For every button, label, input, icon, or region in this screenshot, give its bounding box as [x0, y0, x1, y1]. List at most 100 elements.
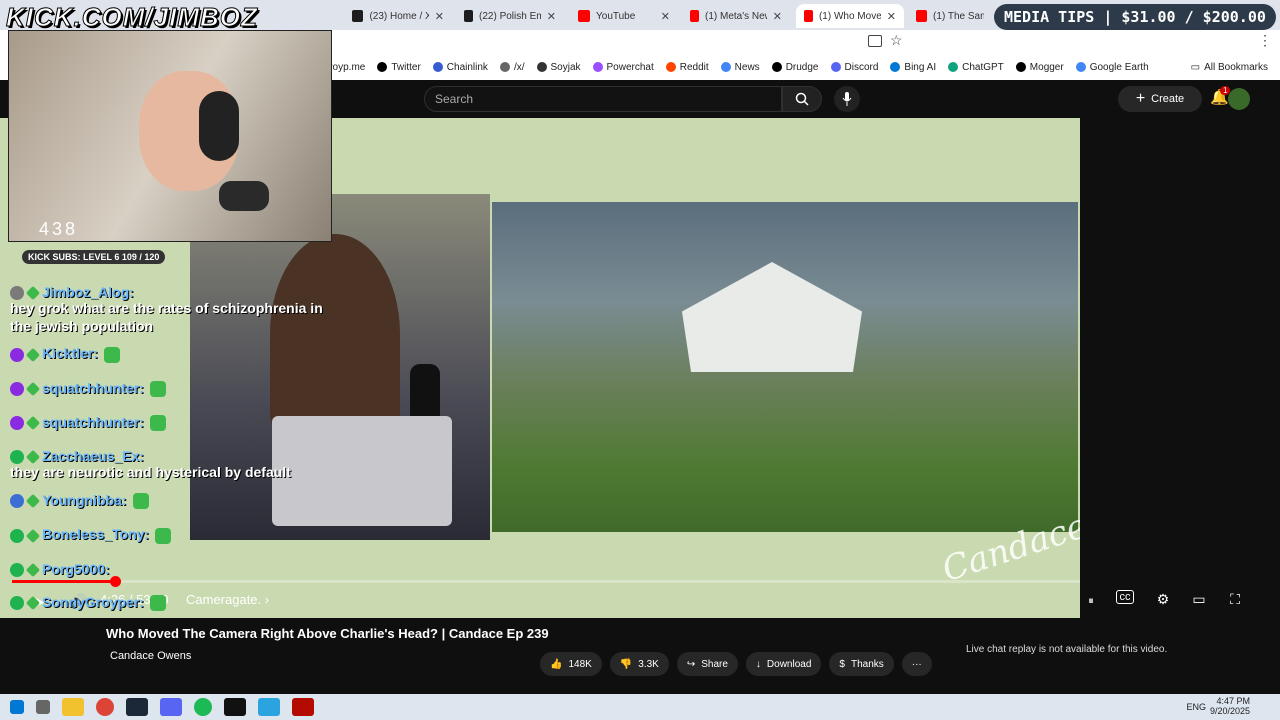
close-tab-icon[interactable]: ✕: [773, 10, 782, 23]
like-count: 148K: [568, 658, 592, 670]
chat-username[interactable]: Boneless_Tony:: [42, 526, 149, 542]
chat-username[interactable]: Porg5000:: [42, 561, 110, 577]
avatar[interactable]: [1228, 88, 1250, 110]
telegram-icon[interactable]: [258, 698, 280, 716]
captions-icon[interactable]: cc: [1116, 590, 1134, 604]
chat-message: squatchhunter:: [0, 378, 194, 399]
bookmark-item[interactable]: ChatGPT: [948, 62, 1004, 73]
video-actions: 👍 148K 👎 3.3K ↪ Share ↓ Download $ Thank…: [540, 652, 932, 676]
chat-emote-icon: [149, 595, 166, 612]
bookmark-label: Discord: [844, 61, 879, 73]
create-button[interactable]: + Create: [1118, 86, 1202, 112]
chat-username-row: Jimboz_Alog:: [10, 284, 184, 301]
tab-label: (23) Home / X: [369, 10, 429, 22]
tent: [682, 262, 862, 372]
bookmark-label: Powerchat: [606, 61, 654, 73]
chrome-icon[interactable]: [96, 698, 114, 716]
more-actions-button[interactable]: ···: [901, 652, 932, 676]
chat-diamond-icon: [25, 562, 41, 577]
task-view-icon[interactable]: [36, 700, 50, 714]
channel-name[interactable]: Candace Owens: [110, 650, 191, 662]
bookmark-item[interactable]: Twitter: [377, 62, 421, 73]
tab-3[interactable]: (1) Meta's New Ra ✕: [682, 4, 790, 28]
chapter-title[interactable]: Cameragate. ›: [186, 592, 269, 607]
close-tab-icon[interactable]: ✕: [887, 10, 896, 23]
tab-4[interactable]: (1) Who Moved Th ✕: [796, 4, 904, 28]
chat-username-row: Youngnibba:: [10, 492, 184, 510]
bookmark-item[interactable]: Powerchat: [592, 61, 654, 73]
video-title: Who Moved The Camera Right Above Charlie…: [106, 626, 549, 641]
system-clock[interactable]: 4:47 PM 9/20/2025: [1210, 696, 1250, 716]
discord-icon[interactable]: [160, 698, 182, 716]
kick-subs-goal: KICK SUBS: LEVEL 6 109 / 120: [22, 250, 166, 264]
bookmark-item[interactable]: /x/: [499, 62, 525, 73]
tab-favicon-icon: [916, 10, 928, 22]
tab-2[interactable]: YouTube ✕: [570, 4, 678, 28]
language-indicator[interactable]: ENG: [1186, 702, 1206, 712]
download-button[interactable]: ↓ Download: [745, 652, 822, 676]
chat-emote-icon: [132, 493, 149, 510]
menu-icon[interactable]: ⋮: [1258, 32, 1272, 49]
file-explorer-icon[interactable]: [62, 698, 84, 716]
bookmark-favicon-icon: [432, 62, 443, 72]
chat-text: hey grok what are the rates of schizophr…: [10, 300, 323, 334]
bookmark-label: Reddit: [679, 61, 709, 73]
chat-username[interactable]: squatchhunter:: [42, 380, 144, 396]
close-tab-icon[interactable]: ✕: [661, 10, 670, 23]
chat-username[interactable]: SonnyGroyper:: [42, 594, 144, 610]
voice-search-button[interactable]: [834, 86, 860, 112]
dislike-button[interactable]: 👎 3.3K: [609, 652, 669, 676]
autoplay-toggle[interactable]: ⏸: [1080, 590, 1102, 612]
bookmark-item[interactable]: Bing AI: [890, 62, 936, 73]
bookmark-item[interactable]: Drudge: [771, 62, 819, 73]
bookmark-item[interactable]: Discord: [830, 61, 879, 73]
theater-mode-icon[interactable]: ▭: [1188, 588, 1210, 610]
thanks-icon: $: [839, 658, 845, 670]
thumbs-down-icon: 👎: [619, 658, 633, 670]
adobe-icon[interactable]: [292, 698, 314, 716]
bookmark-item[interactable]: Soyjak: [536, 62, 581, 73]
close-tab-icon[interactable]: ✕: [435, 10, 444, 23]
close-tab-icon[interactable]: ✕: [547, 10, 556, 23]
share-icon: ↪: [686, 658, 696, 670]
tab-0[interactable]: (23) Home / X ✕: [344, 4, 452, 28]
tab-5[interactable]: (1) The Sam: [908, 4, 992, 28]
dislike-count: 3.3K: [638, 658, 659, 670]
spotify-icon[interactable]: [194, 698, 212, 716]
bookmark-item[interactable]: Chainlink: [432, 62, 488, 73]
plus-icon: +: [1135, 90, 1146, 107]
more-icon: ···: [911, 658, 922, 670]
chat-username[interactable]: squatchhunter:: [42, 414, 144, 430]
chat-message: squatchhunter:: [0, 412, 194, 433]
microphone-icon: [842, 92, 852, 106]
search-button[interactable]: [782, 86, 822, 112]
bookmark-favicon-icon: [377, 62, 388, 72]
bookmark-item[interactable]: News: [720, 62, 760, 73]
fullscreen-icon[interactable]: ⛶: [1224, 588, 1246, 610]
tab-1[interactable]: (22) Polish Empire ✕: [456, 4, 564, 28]
star-icon[interactable]: ☆: [890, 32, 903, 49]
cast-icon[interactable]: [868, 35, 882, 47]
bookmark-item[interactable]: Mogger: [1015, 62, 1064, 73]
chat-username[interactable]: Kicktler:: [42, 345, 98, 361]
viewer-count: 438: [39, 219, 79, 239]
terminal-icon[interactable]: [224, 698, 246, 716]
chat-username-row: Zacchaeus_Ex:: [10, 448, 184, 465]
chat-message: Kicktler:: [0, 343, 194, 364]
chat-message: Boneless_Tony:: [0, 524, 194, 545]
bookmark-item[interactable]: Google Earth: [1075, 62, 1149, 73]
share-button[interactable]: ↪ Share: [676, 652, 738, 676]
all-bookmarks-button[interactable]: ▭ All Bookmarks: [1191, 62, 1268, 73]
chat-username[interactable]: Youngnibba:: [42, 492, 127, 508]
windows-start-icon[interactable]: [10, 700, 24, 714]
chat-username[interactable]: Zacchaeus_Ex:: [42, 448, 144, 464]
chat-username[interactable]: Jimboz_Alog:: [42, 284, 134, 300]
like-button[interactable]: 👍 148K: [540, 652, 602, 676]
bookmark-item[interactable]: Reddit: [665, 61, 709, 73]
steam-icon[interactable]: [126, 698, 148, 716]
chat-badge-icon: [10, 494, 24, 509]
settings-gear-icon[interactable]: ⚙: [1152, 588, 1174, 610]
thanks-button[interactable]: $ Thanks: [829, 652, 894, 676]
search-input[interactable]: Search: [424, 86, 782, 112]
chat-badge-icon: [10, 286, 24, 301]
